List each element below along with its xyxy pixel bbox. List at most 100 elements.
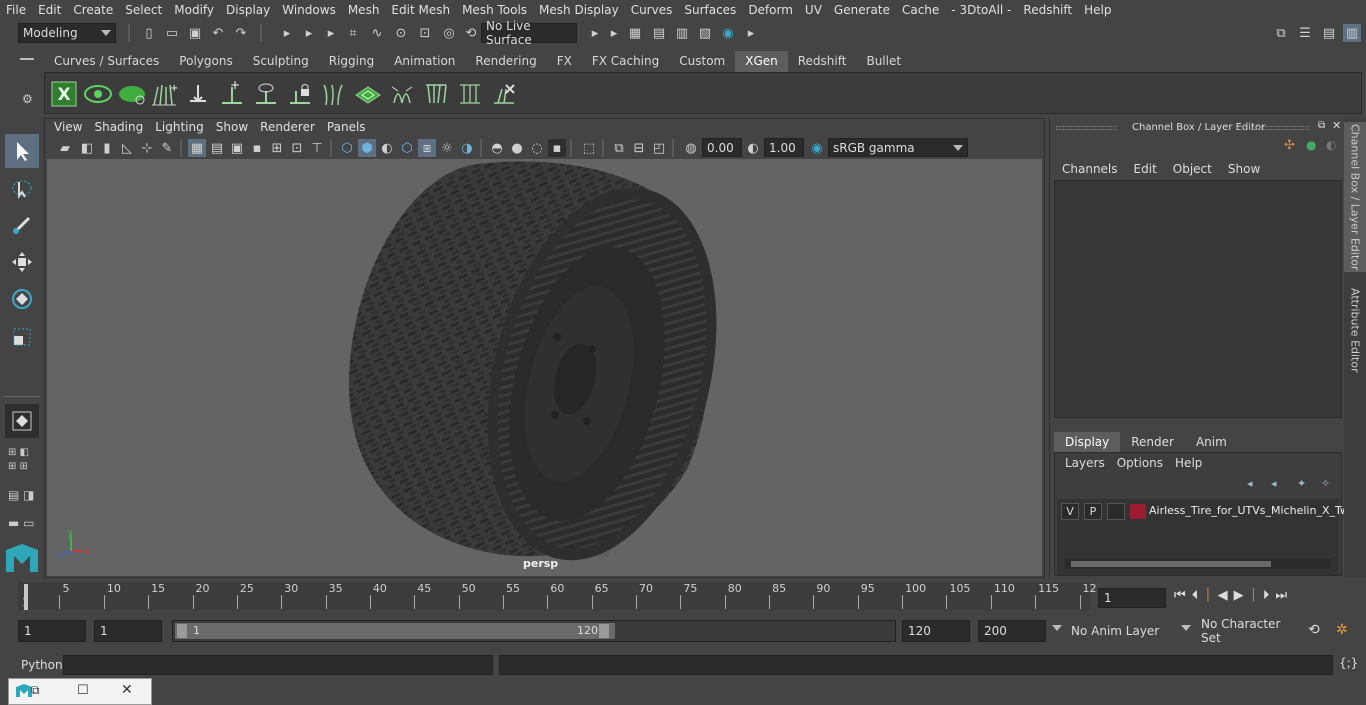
exposure-icon[interactable]: ◍: [682, 139, 700, 157]
command-input[interactable]: [63, 655, 493, 675]
xgen-guide-curves-icon[interactable]: [319, 79, 349, 109]
gamma-field[interactable]: 1.00: [764, 138, 804, 157]
step-forward-frame-icon[interactable]: ⏐: [1250, 588, 1257, 603]
shelf-tab-bullet[interactable]: Bullet: [856, 51, 912, 72]
select-tool-icon[interactable]: [5, 134, 39, 168]
tab-render[interactable]: Render: [1120, 432, 1185, 452]
layout-split-icon[interactable]: ▤ ◨: [8, 488, 35, 502]
tab-anim[interactable]: Anim: [1185, 432, 1238, 452]
grid-icon[interactable]: ▦: [188, 139, 206, 157]
channel-box-toggle-icon[interactable]: ▥: [1343, 24, 1361, 42]
shelf-tab-polygons[interactable]: Polygons: [169, 51, 243, 72]
collapse-arrow-icon[interactable]: ▸: [586, 24, 604, 42]
snap-point-icon[interactable]: ⊙: [392, 24, 410, 42]
xgen-delete-guides-icon[interactable]: [489, 79, 519, 109]
mode-selector[interactable]: Modeling: [18, 23, 116, 43]
soft-select-icon[interactable]: [5, 404, 39, 438]
float-panel-icon[interactable]: ⧉: [1318, 120, 1325, 131]
collapse-arrow-icon[interactable]: ▸: [742, 24, 760, 42]
xgen-fx-modifier-icon[interactable]: [387, 79, 417, 109]
film-gate-icon[interactable]: ▤: [208, 139, 226, 157]
play-backward-icon[interactable]: ◀: [1218, 588, 1228, 603]
menu-show[interactable]: Show: [1220, 162, 1268, 176]
safe-action-icon[interactable]: ⊡: [288, 139, 306, 157]
character-set-selector[interactable]: No Character Set: [1196, 617, 1300, 645]
collapse-arrow-icon[interactable]: ▸: [605, 24, 623, 42]
scrollbar-thumb[interactable]: [1071, 561, 1271, 567]
menu-channels[interactable]: Channels: [1054, 162, 1126, 176]
chevron-down-icon[interactable]: [1181, 625, 1191, 631]
menu-help[interactable]: Help: [1078, 3, 1117, 17]
anim-layer-selector[interactable]: No Anim Layer: [1066, 620, 1176, 642]
lasso-tool-icon[interactable]: [5, 172, 39, 206]
make-live-icon[interactable]: ⟲: [462, 24, 480, 42]
range-start-handle[interactable]: [177, 624, 187, 638]
3d-viewport[interactable]: x y z persp: [47, 159, 1042, 576]
frame-all-icon[interactable]: ⧉: [610, 139, 628, 157]
menu-object[interactable]: Object: [1165, 162, 1220, 176]
2d-pan-zoom-icon[interactable]: ⊹: [138, 139, 156, 157]
xgen-create-description-icon[interactable]: [117, 79, 147, 109]
panel-menu-renderer[interactable]: Renderer: [254, 120, 321, 138]
undo-icon[interactable]: ↶: [209, 24, 227, 42]
wireframe-on-shaded-icon[interactable]: ⬡: [398, 139, 416, 157]
go-to-end-icon[interactable]: ⏭: [1275, 588, 1287, 603]
rotate-tool-icon[interactable]: [5, 282, 39, 316]
manipulator-icon[interactable]: ✣: [1284, 138, 1295, 153]
menu-select[interactable]: Select: [119, 3, 168, 17]
xgen-density-icon[interactable]: [353, 79, 383, 109]
shelf-tab-fx[interactable]: FX: [546, 51, 582, 72]
step-back-frame-icon[interactable]: ⏐: [1204, 588, 1211, 603]
anim-key-icon[interactable]: ●: [1306, 138, 1316, 152]
move-layer-up-icon[interactable]: ◂: [1247, 477, 1253, 490]
menu-3dtoall[interactable]: - 3DtoAll -: [945, 3, 1017, 17]
time-ruler[interactable]: 5 10 15 20 25 30 35 40 45 50 55 60 65 70 75 80 85 90 95 100…: [18, 582, 1097, 610]
menu-file[interactable]: File: [0, 3, 32, 17]
safe-title-icon[interactable]: ⊤: [308, 139, 326, 157]
tab-display[interactable]: Display: [1054, 432, 1121, 452]
workspace-icon[interactable]: ⧉: [1272, 24, 1290, 42]
move-layer-down-icon[interactable]: ◂: [1271, 477, 1277, 490]
shelf-tab-redshift[interactable]: Redshift: [787, 51, 857, 72]
camera-attributes-icon[interactable]: ◧: [78, 139, 96, 157]
menu-deform[interactable]: Deform: [742, 3, 799, 17]
range-bar[interactable]: 1 120: [172, 620, 896, 642]
frame-selected-icon[interactable]: ⊟: [630, 139, 648, 157]
shelf-tab-rendering[interactable]: Rendering: [465, 51, 547, 72]
shelf-tab-fx-caching[interactable]: FX Caching: [581, 51, 670, 72]
range-end-handle[interactable]: [599, 624, 609, 638]
render-frame-icon[interactable]: ▤: [650, 24, 668, 42]
texture-icon[interactable]: ◰: [650, 139, 668, 157]
menu-edit[interactable]: Edit: [32, 3, 67, 17]
menu-mesh-display[interactable]: Mesh Display: [533, 3, 625, 17]
menu-surfaces[interactable]: Surfaces: [678, 3, 742, 17]
panel-menu-shading[interactable]: Shading: [88, 120, 149, 138]
layer-color-swatch[interactable]: [1130, 504, 1146, 519]
current-frame-field[interactable]: 1: [1098, 588, 1166, 608]
use-all-lights-icon[interactable]: ☼: [438, 139, 456, 157]
xgen-sculpt-guides-icon[interactable]: [183, 79, 213, 109]
ambient-occlusion-icon[interactable]: ◓: [488, 139, 506, 157]
shadows-icon[interactable]: ◑: [458, 139, 476, 157]
render-view-icon[interactable]: ▧: [696, 24, 714, 42]
step-back-key-icon[interactable]: ⏴: [1192, 588, 1199, 603]
close-window-icon[interactable]: ✕: [121, 682, 133, 698]
shelf-settings-icon[interactable]: ⚙: [22, 92, 33, 106]
isolate-select-icon[interactable]: ⬚: [580, 139, 598, 157]
hypershade-icon[interactable]: ◉: [719, 24, 737, 42]
menu-options[interactable]: Options: [1111, 456, 1169, 470]
horizontal-scrollbar[interactable]: [1065, 559, 1331, 569]
panel-menu-panels[interactable]: Panels: [321, 120, 372, 138]
script-editor-icon[interactable]: {;}: [1339, 656, 1358, 670]
xgen-lock-guides-icon[interactable]: [285, 79, 315, 109]
collapse-arrow-icon[interactable]: ▸: [278, 24, 296, 42]
menu-create[interactable]: Create: [67, 3, 119, 17]
chevron-down-icon[interactable]: [1052, 625, 1062, 631]
snap-surface-icon[interactable]: ◎: [440, 24, 458, 42]
xgen-add-guides-icon[interactable]: +: [149, 79, 179, 109]
menu-mesh[interactable]: Mesh: [342, 3, 386, 17]
shelf-tab-custom[interactable]: Custom: [669, 51, 736, 72]
panel-menu-view[interactable]: View: [48, 120, 88, 138]
new-layer-icon[interactable]: ✦: [1297, 477, 1306, 490]
layer-type-toggle[interactable]: [1107, 503, 1125, 520]
